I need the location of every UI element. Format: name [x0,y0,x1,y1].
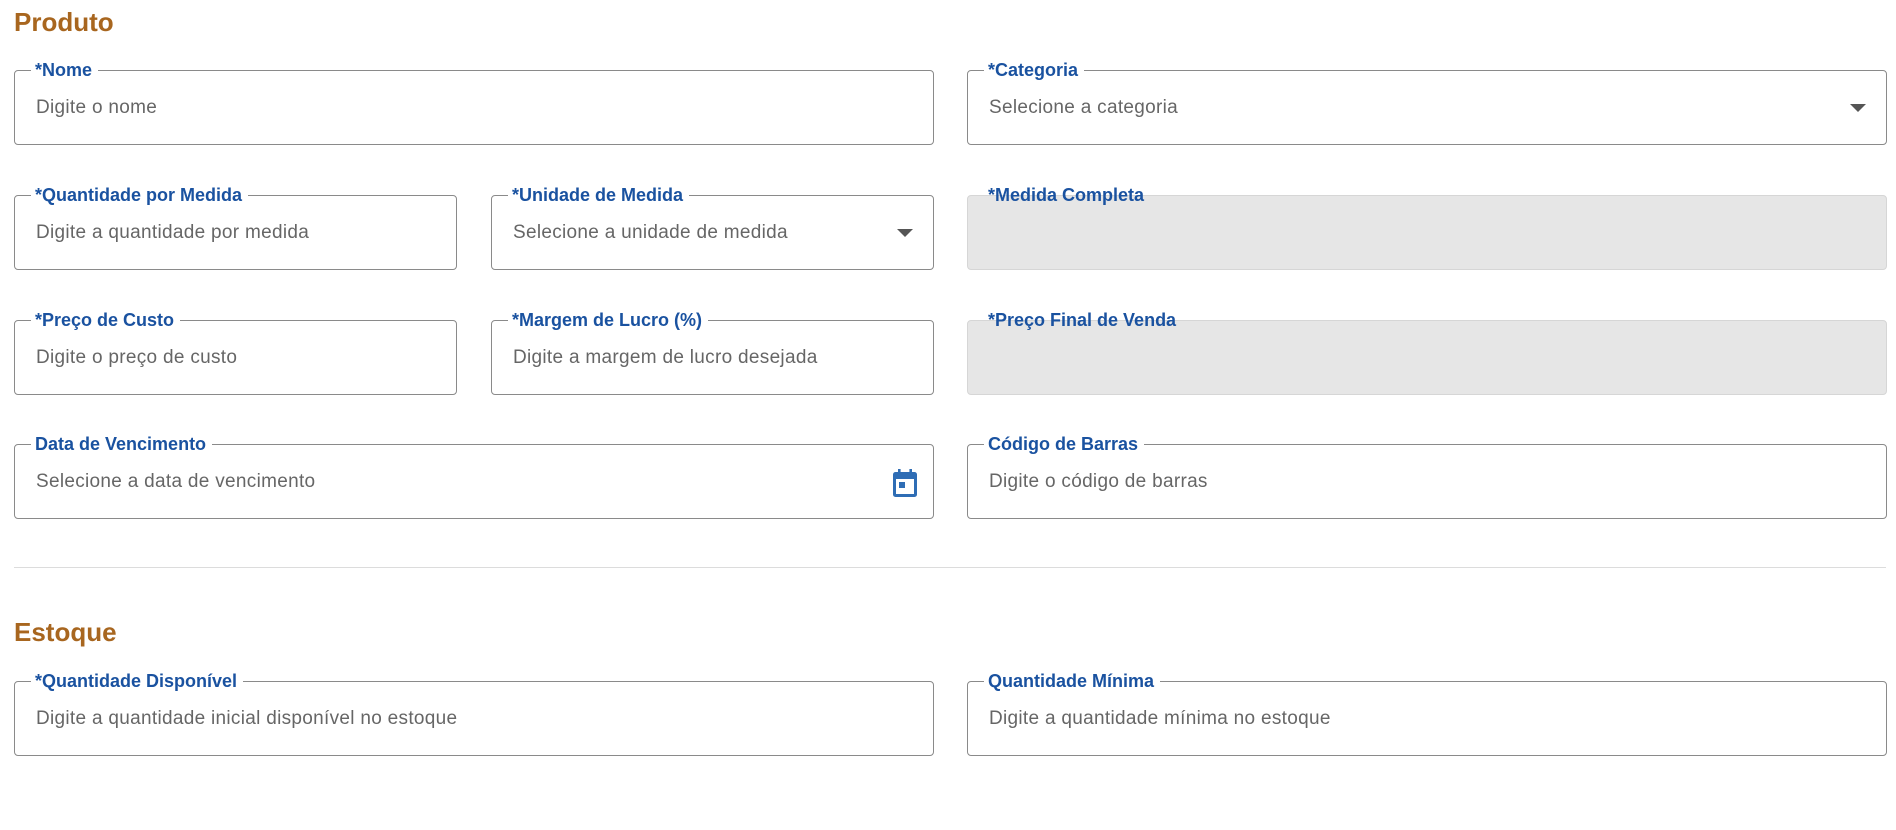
categoria-select[interactable]: *Categoria [967,60,1887,145]
data-de-vencimento-input[interactable] [36,445,873,518]
calendar-icon[interactable] [891,468,919,498]
section-title-estoque: Estoque [14,617,117,647]
chevron-down-icon[interactable] [897,229,913,237]
unidade-de-medida-select[interactable]: *Unidade de Medida [491,185,934,270]
quantidade-disponivel-field[interactable]: *Quantidade Disponível [14,671,934,756]
codigo-de-barras-field[interactable]: Código de Barras [967,434,1887,519]
margem-de-lucro-input[interactable] [513,321,873,394]
quantidade-por-medida-input[interactable] [36,196,396,269]
codigo-de-barras-input[interactable] [989,445,1826,518]
data-de-vencimento-field[interactable]: Data de Vencimento [14,434,934,519]
section-divider [14,567,1886,568]
preco-de-custo-field[interactable]: *Preço de Custo [14,310,457,395]
chevron-down-icon[interactable] [1850,104,1866,112]
unidade-de-medida-input[interactable] [513,196,873,269]
quantidade-minima-input[interactable] [989,682,1826,755]
preco-de-custo-input[interactable] [36,321,396,394]
quantidade-minima-field[interactable]: Quantidade Mínima [967,671,1887,756]
preco-final-de-venda-input [989,321,1826,394]
medida-completa-input [989,196,1826,269]
margem-de-lucro-field[interactable]: *Margem de Lucro (%) [491,310,934,395]
categoria-input[interactable] [989,71,1826,144]
section-title-produto: Produto [14,7,114,37]
quantidade-por-medida-field[interactable]: *Quantidade por Medida [14,185,457,270]
nome-field[interactable]: *Nome [14,60,934,145]
medida-completa-field: *Medida Completa [967,185,1887,270]
preco-final-de-venda-field: *Preço Final de Venda [967,310,1887,395]
quantidade-disponivel-input[interactable] [36,682,873,755]
nome-input[interactable] [36,71,873,144]
